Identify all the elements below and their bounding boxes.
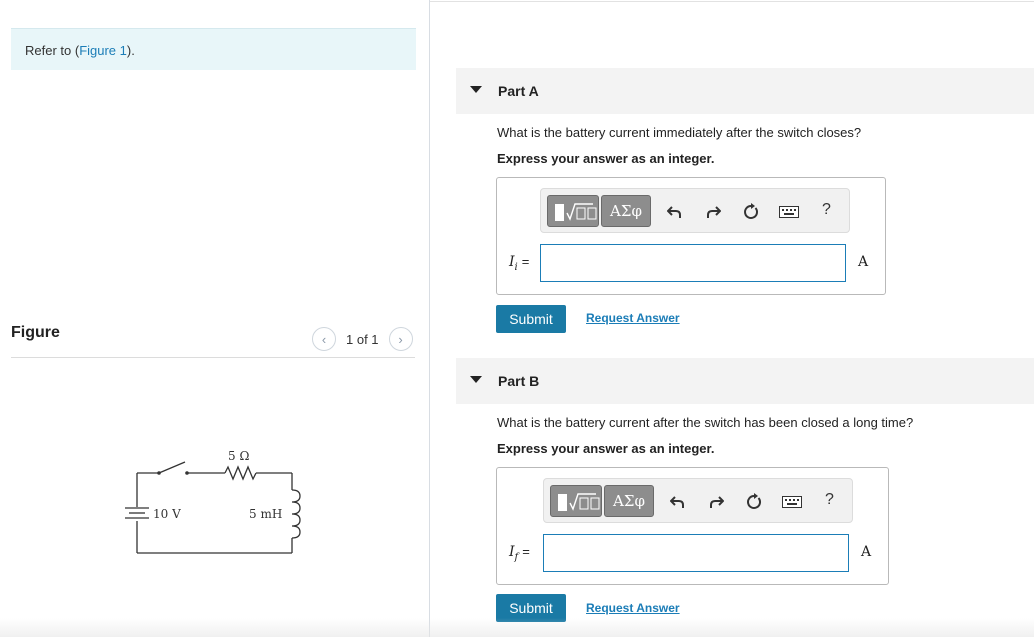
figure-title: Figure: [11, 324, 60, 341]
part-a-request-answer-link[interactable]: Request Answer: [586, 311, 680, 325]
figure-page-count: 1 of 1: [346, 331, 379, 347]
reset-icon[interactable]: [741, 202, 761, 222]
part-a-title: Part A: [498, 83, 539, 99]
circuit-diagram: 5 Ω 10 V 5 mH: [125, 449, 301, 554]
inductor-coil: [291, 489, 301, 539]
panel-divider: [429, 0, 430, 637]
template-icon[interactable]: [550, 485, 602, 517]
undo-icon[interactable]: [665, 202, 685, 222]
part-b-question: What is the battery current after the sw…: [497, 415, 914, 430]
part-a-question: What is the battery current immediately …: [497, 125, 862, 140]
part-a-var-subscript: i: [514, 261, 518, 273]
chevron-left-icon[interactable]: ‹: [312, 327, 336, 351]
part-a-toolbar: ΑΣφ ?: [540, 188, 850, 233]
help-icon[interactable]: ?: [822, 201, 831, 219]
switch-contact: [185, 471, 189, 475]
part-b-answer-input[interactable]: [543, 534, 849, 572]
caret-down-icon[interactable]: [470, 86, 482, 93]
figure-divider: [11, 357, 415, 358]
part-b-var-equals: =: [522, 544, 530, 559]
intro-text: Refer to (Figure 1).: [25, 43, 135, 58]
reset-icon[interactable]: [744, 492, 764, 512]
figure-link[interactable]: Figure 1: [79, 43, 127, 58]
intro-suffix: ).: [126, 43, 135, 58]
part-a-header[interactable]: Part A: [456, 68, 1034, 114]
chevron-right-icon[interactable]: ›: [388, 327, 413, 351]
greek-letters-icon[interactable]: ΑΣφ: [604, 485, 654, 517]
inductor-label: 5 mH: [249, 507, 282, 521]
switch-arm: [158, 461, 186, 474]
part-b-instruction: Express your answer as an integer.: [497, 441, 715, 456]
bottom-fade: [0, 618, 1034, 637]
part-a-answer-input[interactable]: [540, 244, 846, 282]
template-icon[interactable]: [547, 195, 599, 227]
part-b-toolbar: ΑΣφ ?: [543, 478, 853, 523]
part-b-answer-box: ΑΣφ ? If = A: [496, 467, 889, 585]
part-a-submit-button[interactable]: Submit: [496, 305, 566, 333]
figure-pager: ‹ 1 of 1 ›: [312, 327, 413, 351]
part-b-unit: A: [861, 544, 872, 560]
part-a-answer-box: ΑΣφ ? Ii = A: [496, 177, 886, 295]
caret-down-icon[interactable]: [470, 376, 482, 383]
intro-box: Refer to (Figure 1).: [11, 28, 416, 70]
top-rule: [430, 1, 1034, 2]
switch-pivot: [157, 471, 161, 475]
part-b-variable: If =: [509, 544, 530, 563]
keyboard-icon[interactable]: [779, 202, 799, 222]
part-a-unit: A: [858, 254, 869, 270]
battery-label: 10 V: [153, 507, 181, 521]
part-b-title: Part B: [498, 373, 540, 389]
part-a-instruction: Express your answer as an integer.: [497, 151, 715, 166]
resistor-label: 5 Ω: [228, 449, 249, 463]
undo-icon[interactable]: [668, 492, 688, 512]
greek-letters-icon[interactable]: ΑΣφ: [601, 195, 651, 227]
redo-icon[interactable]: [703, 202, 723, 222]
part-a-var-equals: =: [521, 254, 530, 269]
part-b-header[interactable]: Part B: [456, 358, 1034, 404]
keyboard-icon[interactable]: [782, 492, 802, 512]
intro-prefix: Refer to (: [25, 43, 80, 58]
help-icon[interactable]: ?: [825, 491, 834, 509]
part-b-request-answer-link[interactable]: Request Answer: [586, 601, 680, 615]
part-a-variable: Ii =: [509, 254, 529, 273]
resistor-zigzag: [224, 465, 257, 481]
part-b-var-subscript: f: [514, 551, 519, 563]
redo-icon[interactable]: [706, 492, 726, 512]
